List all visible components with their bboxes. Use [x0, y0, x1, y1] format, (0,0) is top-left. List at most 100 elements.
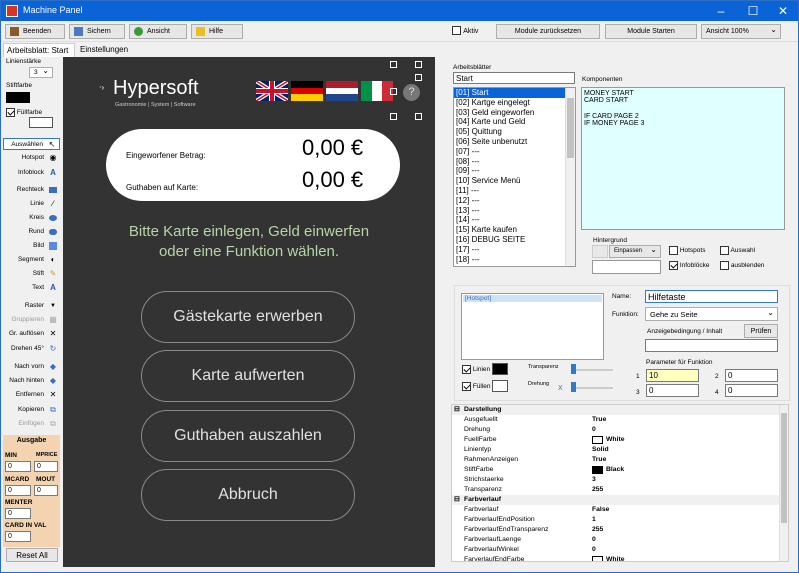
hintergrund-mode-select[interactable]: Einpassen	[609, 244, 661, 258]
german-flag-icon[interactable]	[291, 81, 323, 101]
aktiv-checkbox[interactable]: Aktiv	[452, 26, 478, 36]
property-row[interactable]: Drehung 0	[452, 425, 782, 435]
tool-nach-hinten[interactable]: Nach hinten ◆	[3, 375, 60, 387]
tool-gruppieren[interactable]: Gruppieren ▦	[3, 314, 60, 326]
property-row[interactable]: FuellFarbe White	[452, 435, 782, 445]
tab-einstellungen[interactable]: Einstellungen	[77, 43, 137, 57]
category-darstellung[interactable]: ⊟ Darstellung	[452, 405, 782, 415]
property-value[interactable]: Black	[592, 465, 624, 475]
module-reset-button[interactable]: Module zurücksetzen	[496, 24, 600, 39]
mcard-field[interactable]	[5, 485, 31, 496]
page-list-item[interactable]: [02] Kartge eingelegt	[454, 98, 575, 108]
anzeige-field[interactable]	[645, 339, 778, 352]
tool-gr-aufloesen[interactable]: Gr. auflösen ✕	[3, 328, 60, 340]
komponenten-script-editor[interactable]: MONEY START CARD START IF CARD PAGE 2 IF…	[581, 87, 785, 230]
page-list-item[interactable]: [13] ---	[454, 206, 575, 216]
hotspot-list-item[interactable]: [Hotspot]	[463, 295, 602, 302]
list-scrollbar[interactable]	[565, 88, 575, 266]
property-row[interactable]: FarbverlaufWinkel 0	[452, 545, 782, 555]
beenden-button[interactable]: Beenden	[5, 24, 65, 39]
tool-bild[interactable]: Bild	[3, 240, 60, 252]
tab-arbeitsblatt[interactable]: Arbeitsblatt: Start	[3, 43, 75, 57]
param-1-field[interactable]	[646, 369, 699, 382]
menter-field[interactable]	[5, 508, 31, 519]
selection-handle[interactable]	[415, 61, 422, 68]
module-start-button[interactable]: Module Starten	[605, 24, 697, 39]
property-row[interactable]: Transparenz 255	[452, 485, 782, 495]
guthaben-auszahlen-button[interactable]: Guthaben auszahlen	[141, 410, 355, 462]
sichern-button[interactable]: Sichern	[69, 24, 125, 39]
selection-handle[interactable]	[390, 61, 397, 68]
page-list-item[interactable]: [09] ---	[454, 166, 575, 176]
property-value[interactable]: 0	[592, 535, 596, 545]
karte-aufwerten-button[interactable]: Karte aufwerten	[141, 350, 355, 402]
tool-infoblock[interactable]: Infoblock A	[3, 167, 60, 179]
page-list-item[interactable]: [10] Service Menü	[454, 176, 575, 186]
property-row[interactable]: Strichstaerke 3	[452, 475, 782, 485]
selection-handle[interactable]	[415, 113, 422, 120]
page-list-item[interactable]: [05] Quittung	[454, 127, 575, 137]
property-row[interactable]: Farbverlauf False	[452, 505, 782, 515]
stiftfarbe-swatch[interactable]	[6, 92, 30, 103]
fuellfarbe-swatch[interactable]	[29, 117, 53, 128]
collapse-icon[interactable]: ⊟	[454, 495, 460, 505]
tool-hotspot[interactable]: Hotspot ◉	[3, 152, 60, 164]
tool-text[interactable]: Text A	[3, 282, 60, 294]
tool-auswaehlen[interactable]: Auswählen ↖	[3, 138, 60, 150]
property-row[interactable]: FarbverlaufLaenge 0	[452, 535, 782, 545]
property-row[interactable]: Ausgefuellt True	[452, 415, 782, 425]
param-3-field[interactable]	[646, 384, 699, 397]
page-list-item[interactable]: [01] Start	[454, 88, 575, 98]
fuellen-toggle[interactable]: Füllen	[462, 382, 491, 391]
linien-color-swatch[interactable]	[492, 363, 508, 375]
tool-rechteck[interactable]: Rechteck	[3, 184, 60, 196]
minimize-button[interactable]: –	[706, 1, 736, 21]
tool-kreis[interactable]: Kreis	[3, 212, 60, 224]
ansicht-button[interactable]: Ansicht	[129, 24, 187, 39]
page-list-item[interactable]: [07] ---	[454, 147, 575, 157]
fuellfarbe-checkbox[interactable]	[6, 108, 15, 117]
infobloecke-checkbox[interactable]	[669, 261, 678, 270]
property-value[interactable]: 255	[592, 525, 603, 535]
page-list-item[interactable]: [14] ---	[454, 215, 575, 225]
property-value[interactable]: White	[592, 555, 625, 561]
ausblenden-checkbox[interactable]	[720, 261, 729, 270]
tool-entfernen[interactable]: Entfernen ✕	[3, 389, 60, 401]
property-grid[interactable]: ⊟ Darstellung Ausgefuellt True Drehung 0 Fuel…	[451, 404, 789, 562]
tool-kopieren[interactable]: Kopieren ⧉	[3, 404, 60, 416]
ausblenden-toggle[interactable]: ausblenden	[720, 261, 764, 270]
dutch-flag-icon[interactable]	[326, 81, 358, 101]
fuellfarbe-row[interactable]: Füllfarbe	[6, 108, 42, 117]
selection-handle[interactable]	[390, 88, 397, 95]
mprice-field[interactable]	[34, 461, 58, 472]
hilfe-button[interactable]: Hilfe	[191, 24, 243, 39]
page-list-item[interactable]: [15] Karte kaufen	[454, 225, 575, 235]
min-field[interactable]	[5, 461, 31, 472]
page-list-item[interactable]: [11] ---	[454, 186, 575, 196]
category-farbverlauf[interactable]: ⊟ Farbverlauf	[452, 495, 782, 505]
arbeitsblatt-name-field[interactable]	[453, 72, 575, 84]
tool-drehen[interactable]: Drehen 45° ↻	[3, 343, 60, 355]
tool-segment[interactable]: Segment ◐	[3, 254, 60, 266]
tool-einfuegen[interactable]: Einfügen ⧉	[3, 418, 60, 430]
property-value[interactable]: 0	[592, 545, 596, 555]
tool-linie[interactable]: Linie ∕	[3, 198, 60, 210]
hotspots-toggle[interactable]: Hotspots	[669, 246, 705, 255]
mout-field[interactable]	[34, 485, 58, 496]
tool-stift[interactable]: Stift ✎	[3, 268, 60, 280]
tool-nach-vorn[interactable]: Nach vorn ◆	[3, 361, 60, 373]
gaestekarte-button[interactable]: Gästekarte erwerben	[141, 291, 355, 343]
arbeitsblaetter-list[interactable]: [01] Start [02] Kartge eingelegt [03] Geld…	[453, 87, 576, 267]
selection-handle[interactable]	[390, 113, 397, 120]
page-list-item[interactable]: [06] Seite unbenutzt	[454, 137, 575, 147]
collapse-icon[interactable]: ⊟	[454, 405, 460, 415]
hotspot-name-field[interactable]	[645, 290, 778, 303]
drehung-slider[interactable]	[571, 382, 576, 392]
property-row[interactable]: RahmenAnzeigen True	[452, 455, 782, 465]
property-row[interactable]: StiftFarbe Black	[452, 465, 782, 475]
property-row[interactable]: FarbverlaufEndPosition 1	[452, 515, 782, 525]
property-value[interactable]: True	[592, 455, 606, 465]
property-value[interactable]: 1	[592, 515, 596, 525]
funktion-select[interactable]: Gehe zu Seite	[645, 306, 778, 321]
infobloecke-toggle[interactable]: Infoblöcke	[669, 261, 709, 270]
